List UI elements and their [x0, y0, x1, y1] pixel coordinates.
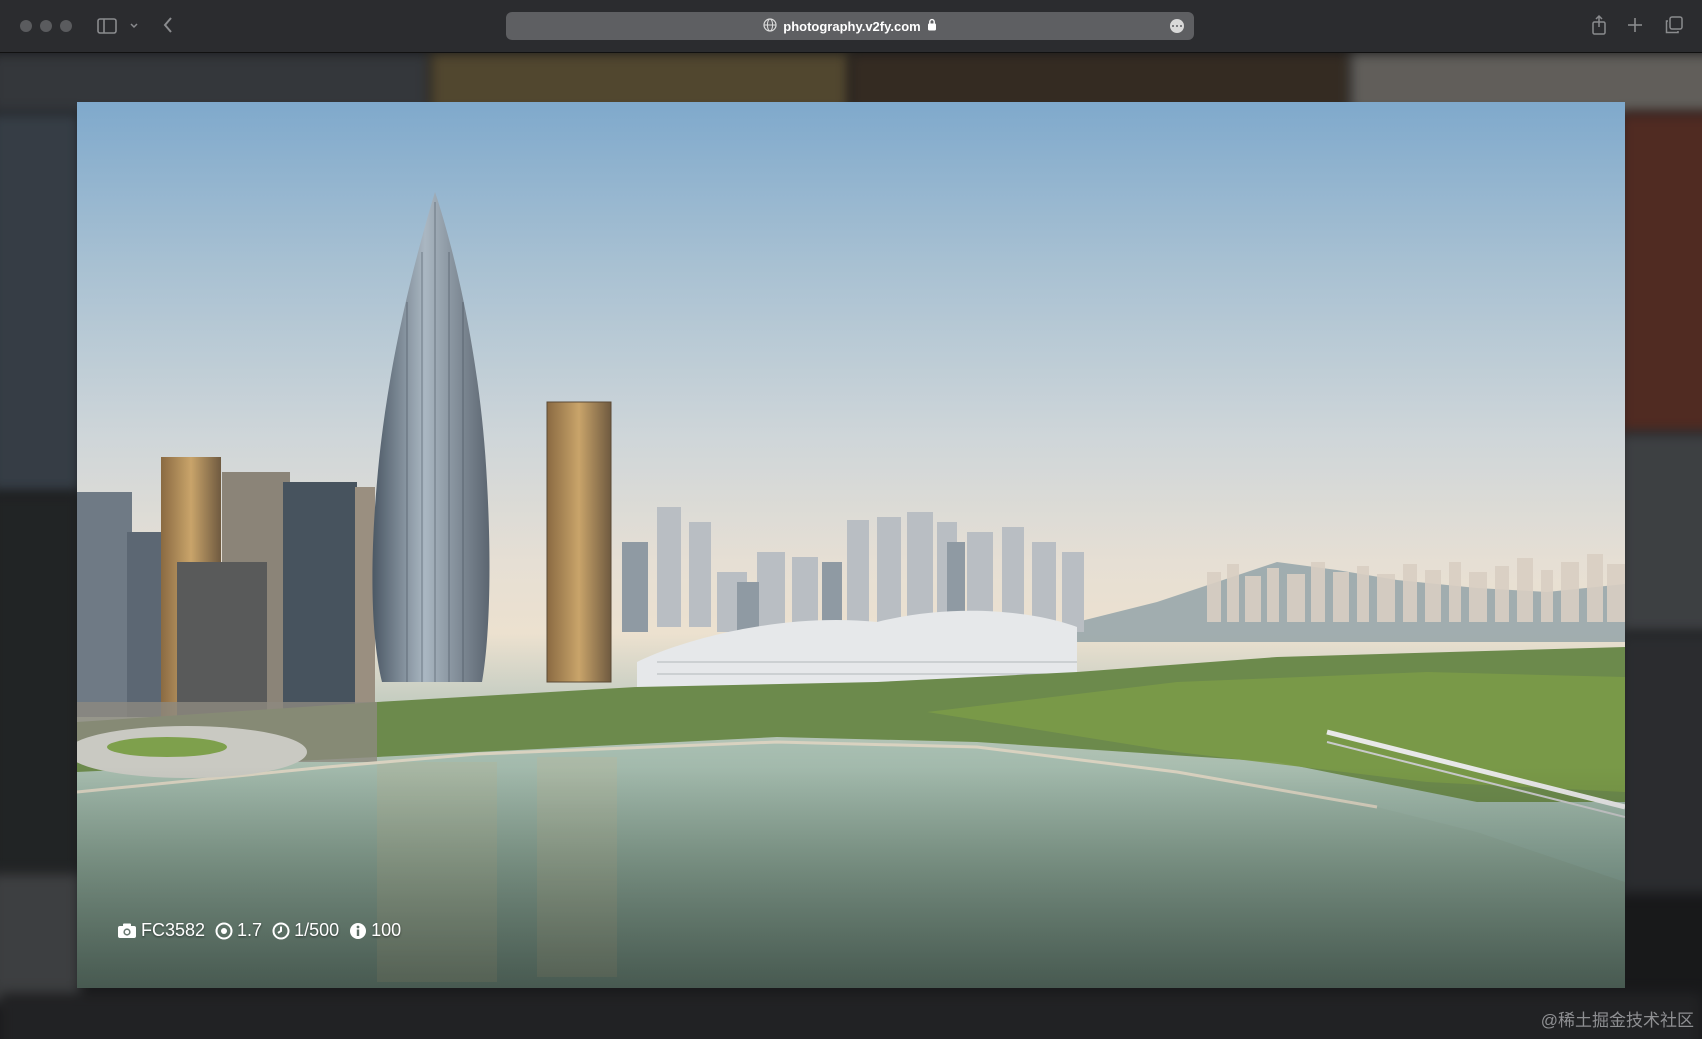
chevron-down-icon[interactable]	[128, 18, 140, 34]
shutter-value: 1/500	[294, 920, 340, 940]
url-text: photography.v2fy.com	[783, 18, 921, 34]
clock-icon	[272, 922, 290, 939]
iso-info: 100	[349, 920, 401, 941]
shutter-info: 1/500	[272, 920, 339, 941]
camera-icon	[118, 923, 136, 938]
browser-window: photography.v2fy.com FC3582 1.7 1/500 10…	[0, 0, 1702, 1039]
address-bar[interactable]: photography.v2fy.com	[506, 12, 1194, 40]
browser-toolbar: photography.v2fy.com	[0, 0, 1702, 53]
zoom-window-button[interactable]	[60, 20, 72, 32]
aperture-value: 1.7	[237, 920, 263, 940]
city-skyline-photo	[77, 102, 1625, 988]
photo-exif-bar: FC3582 1.7 1/500 100	[117, 920, 411, 941]
close-window-button[interactable]	[20, 20, 32, 32]
back-icon[interactable]	[160, 14, 176, 36]
iso-value: 100	[371, 920, 402, 940]
aperture-icon	[215, 922, 233, 939]
camera-info: FC3582	[117, 920, 205, 941]
camera-model: FC3582	[141, 920, 206, 940]
globe-icon	[763, 17, 777, 35]
share-icon[interactable]	[1590, 13, 1608, 37]
lightbox-photo[interactable]: FC3582 1.7 1/500 100	[77, 102, 1625, 988]
plus-icon[interactable]	[1626, 16, 1644, 34]
lock-icon	[927, 18, 937, 34]
more-icon[interactable]	[1170, 19, 1184, 33]
minimize-window-button[interactable]	[40, 20, 52, 32]
sidebar-icon[interactable]	[96, 16, 118, 36]
watermark-text: @稀土掘金技术社区	[1540, 1011, 1694, 1030]
info-icon	[350, 922, 367, 939]
aperture-info: 1.7	[215, 920, 262, 941]
tabs-overview-icon[interactable]	[1664, 15, 1684, 35]
